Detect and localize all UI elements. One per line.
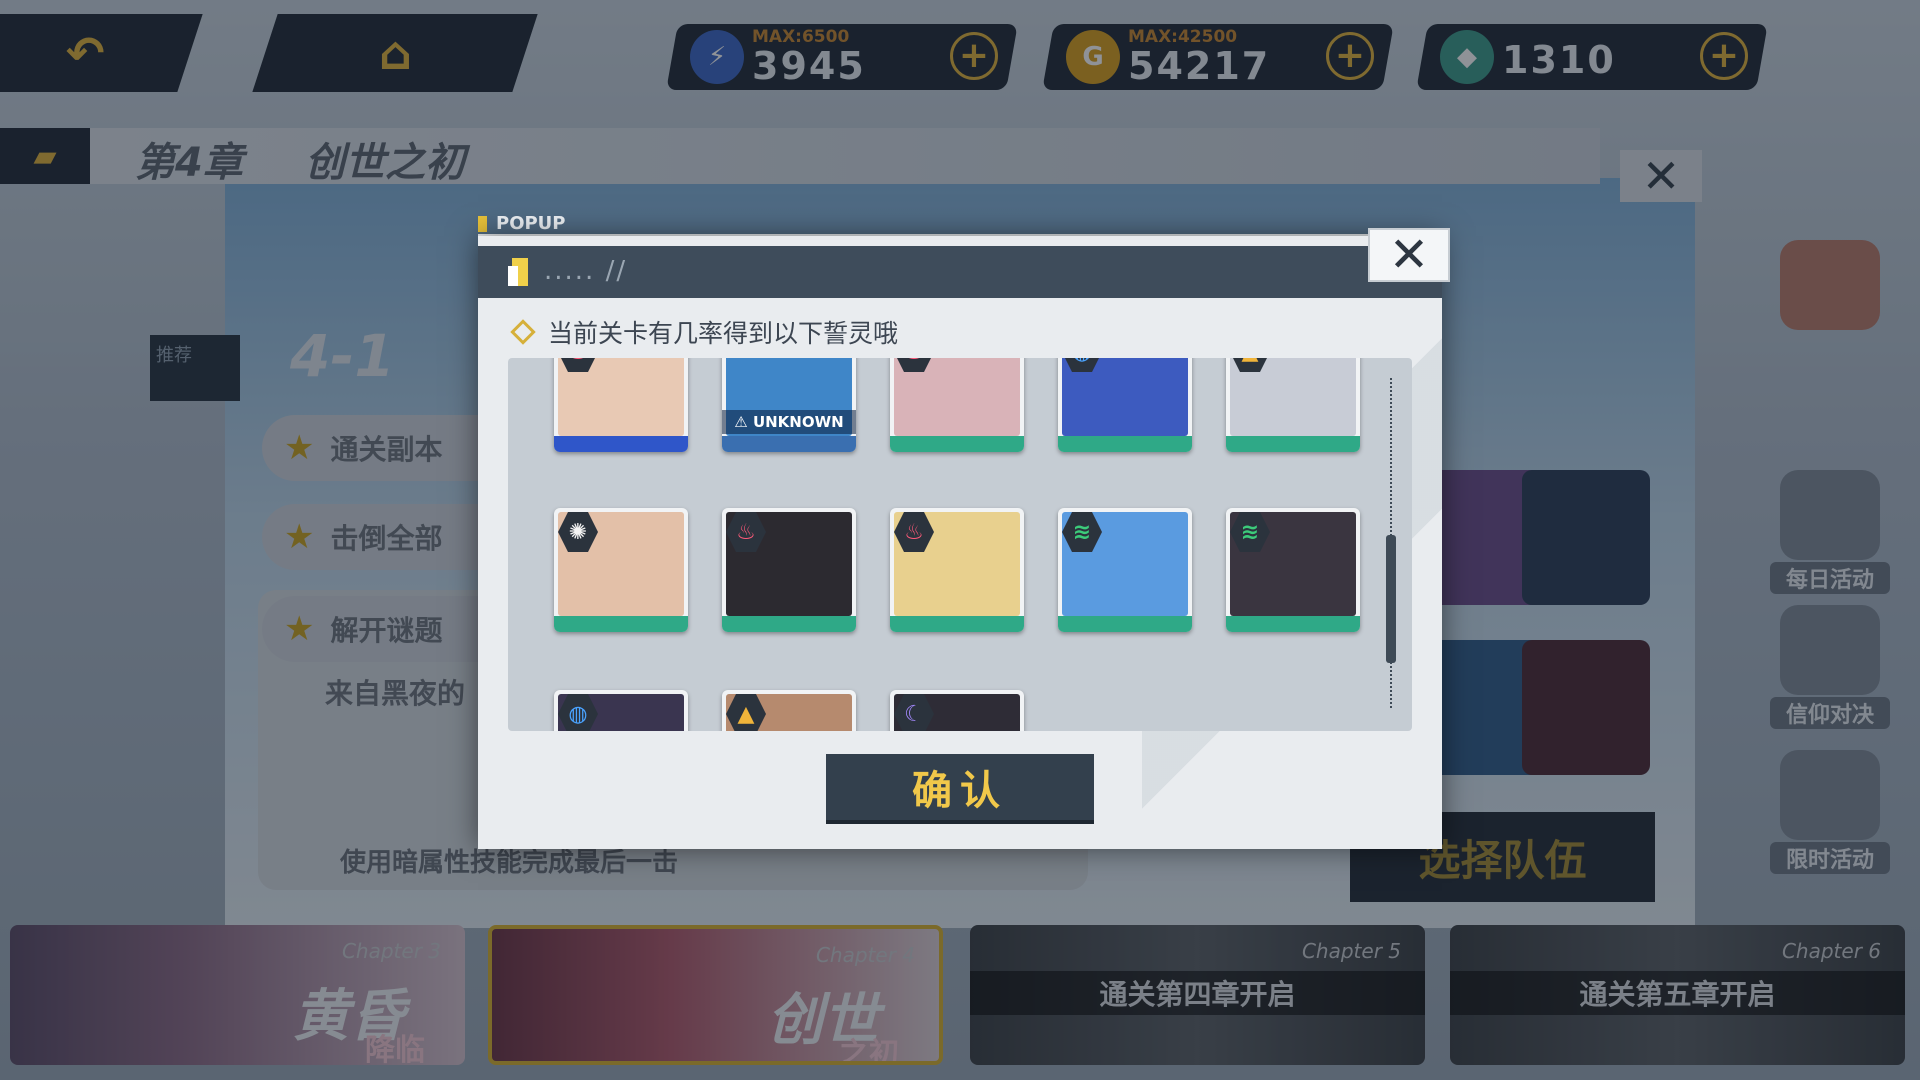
spirit-card[interactable]: ≋ — [1058, 508, 1192, 632]
rarity-bar — [554, 616, 688, 632]
spirit-card[interactable]: ▲ — [1226, 358, 1360, 452]
spirit-card[interactable]: ♨ — [554, 358, 688, 452]
tag-marker-icon — [478, 215, 487, 232]
spirit-card[interactable]: ♨ — [890, 358, 1024, 452]
spirit-card[interactable]: ♨ — [722, 508, 856, 632]
rarity-bar — [722, 616, 856, 632]
spirit-card[interactable]: ✺ — [554, 508, 688, 632]
spirit-card[interactable]: ⚠ UNKNOWN — [722, 358, 856, 452]
rarity-bar — [1226, 616, 1360, 632]
drop-preview-dialog: ..... // 当前关卡有几率得到以下誓灵哦 ♨⚠ UNKNOWN♨◍▲✺♨♨… — [478, 236, 1442, 849]
popup-header-text: ..... // — [544, 256, 628, 286]
popup-header: ..... // — [478, 246, 1442, 298]
rarity-bar — [890, 436, 1024, 452]
spirit-card[interactable]: ☾ — [890, 690, 1024, 731]
unknown-label: ⚠ UNKNOWN — [722, 410, 856, 434]
rarity-bar — [1058, 616, 1192, 632]
header-marker-icon — [508, 266, 518, 286]
spirit-card[interactable]: ≋ — [1226, 508, 1360, 632]
close-icon[interactable]: ✕ — [1368, 227, 1450, 283]
rarity-bar — [890, 616, 1024, 632]
rarity-bar — [554, 436, 688, 452]
popup-tag: POPUP — [478, 213, 566, 234]
scrollbar-thumb[interactable] — [1386, 535, 1396, 663]
rarity-bar — [722, 436, 856, 452]
spirit-card[interactable]: ◍ — [554, 690, 688, 731]
popup-tag-label: POPUP — [496, 213, 566, 234]
confirm-button[interactable]: 确认 — [826, 754, 1094, 820]
spirit-grid[interactable]: ♨ ⚠ UNKNOWN ♨ ◍ ▲ ✺ ♨ ♨ ≋ ≋ ◍ ▲ ☾ — [508, 358, 1412, 731]
spirit-card[interactable]: ▲ — [722, 690, 856, 731]
diamond-icon — [510, 319, 536, 345]
rarity-bar — [1058, 436, 1192, 452]
spirit-card[interactable]: ♨ — [890, 508, 1024, 632]
popup-hint-text: 当前关卡有几率得到以下誓灵哦 — [548, 319, 899, 348]
popup-hint: 当前关卡有几率得到以下誓灵哦 — [510, 314, 899, 350]
rarity-bar — [1226, 436, 1360, 452]
spirit-card[interactable]: ◍ — [1058, 358, 1192, 452]
